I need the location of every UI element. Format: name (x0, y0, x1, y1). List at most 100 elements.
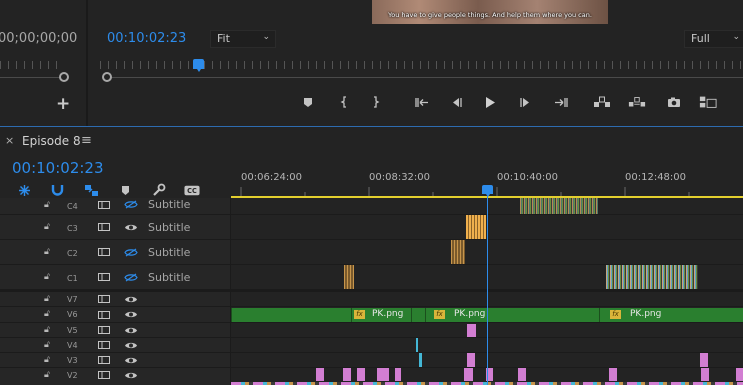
snap-icon[interactable] (49, 183, 65, 197)
add-button[interactable]: + (56, 94, 70, 114)
track-name[interactable]: V5 (67, 326, 78, 335)
button-editor-icon[interactable] (699, 93, 717, 111)
toggle-sync-icon[interactable] (98, 356, 110, 364)
track-name[interactable]: C2 (67, 249, 78, 258)
toggle-sync-icon[interactable] (98, 326, 110, 334)
eye-hidden-icon[interactable] (124, 200, 138, 209)
video-clip[interactable] (411, 308, 425, 322)
eye-hidden-icon[interactable] (124, 273, 138, 282)
source-scrub-bar[interactable] (0, 77, 60, 78)
source-timecode[interactable]: 00;00;00;00 (0, 31, 77, 46)
eye-icon[interactable] (124, 223, 138, 232)
track-name[interactable]: V7 (67, 295, 78, 304)
eye-icon[interactable] (124, 326, 138, 335)
toggle-sync-icon[interactable] (98, 273, 110, 281)
quality-dropdown[interactable]: Full ⌄ (684, 30, 743, 48)
source-zoom-handle[interactable] (59, 72, 69, 82)
video-clip[interactable] (609, 368, 617, 381)
toggle-sync-icon[interactable] (98, 295, 110, 303)
go-to-in-icon[interactable] (413, 93, 431, 111)
panel-menu-icon[interactable]: ≡ (81, 133, 92, 148)
camera-icon[interactable] (665, 93, 683, 111)
track-name[interactable]: V3 (67, 356, 78, 365)
lock-icon[interactable]: 🔓︎ (44, 325, 52, 335)
mark-out-icon[interactable] (367, 93, 385, 111)
lock-icon[interactable]: 🔓︎ (44, 309, 52, 319)
video-clip[interactable] (518, 368, 526, 381)
toggle-sync-icon[interactable] (98, 248, 110, 256)
video-clip[interactable] (395, 368, 401, 381)
timeline-timecode[interactable]: 00:10:02:23 (12, 159, 104, 177)
video-clip[interactable] (377, 368, 389, 381)
video-clip[interactable] (464, 368, 473, 381)
toggle-sync-icon[interactable] (98, 341, 110, 349)
lock-icon[interactable]: 🔓︎ (44, 247, 52, 257)
video-clip[interactable] (416, 338, 418, 352)
tab-episode-8[interactable]: Episode 8 (22, 134, 81, 148)
caption-clip[interactable] (344, 265, 354, 289)
video-clip[interactable] (700, 353, 708, 367)
caption-clip[interactable] (451, 240, 465, 264)
track-header: 🔓︎ V3 (0, 353, 231, 367)
video-clip[interactable] (343, 368, 351, 381)
step-forward-icon[interactable] (517, 93, 535, 111)
add-marker-icon[interactable] (117, 183, 133, 197)
toggle-sync-icon[interactable] (98, 201, 110, 209)
caption-clip[interactable] (520, 198, 598, 214)
play-icon[interactable] (481, 93, 499, 111)
extract-icon[interactable] (628, 93, 646, 111)
add-marker-icon[interactable] (299, 93, 317, 111)
nest-icon[interactable] (16, 183, 32, 197)
video-clip[interactable] (316, 368, 324, 381)
timeline-playhead[interactable] (482, 185, 493, 197)
fx-badge: fx (354, 310, 365, 319)
toggle-sync-icon[interactable] (98, 223, 110, 231)
captions-icon[interactable]: CC (184, 183, 200, 197)
png-clip[interactable]: fx PK.png (425, 308, 599, 322)
eye-icon[interactable] (124, 295, 138, 304)
caption-clip[interactable] (606, 265, 698, 289)
eye-icon[interactable] (124, 341, 138, 350)
close-icon[interactable]: × (5, 134, 14, 147)
track-name[interactable]: C1 (67, 274, 78, 283)
video-clip[interactable] (701, 368, 709, 381)
track-name[interactable]: V4 (67, 341, 78, 350)
lock-icon[interactable]: 🔓︎ (44, 200, 52, 210)
lock-icon[interactable]: 🔓︎ (44, 222, 52, 232)
video-clip[interactable] (467, 324, 476, 337)
mark-in-icon[interactable] (335, 93, 353, 111)
fit-dropdown[interactable]: Fit ⌄ (210, 30, 276, 48)
quality-dropdown-value: Full (691, 32, 710, 45)
lock-icon[interactable]: 🔓︎ (44, 355, 52, 365)
wrench-icon[interactable] (151, 183, 167, 197)
toggle-sync-icon[interactable] (98, 371, 110, 379)
video-clip[interactable] (736, 368, 743, 381)
video-clip[interactable] (357, 368, 365, 381)
lock-icon[interactable]: 🔓︎ (44, 340, 52, 350)
caption-clip[interactable] (466, 215, 486, 239)
eye-icon[interactable] (124, 310, 138, 319)
lock-icon[interactable]: 🔓︎ (44, 294, 52, 304)
eye-hidden-icon[interactable] (124, 248, 138, 257)
linked-selection-icon[interactable] (83, 183, 99, 197)
eye-icon[interactable] (124, 356, 138, 365)
toggle-sync-icon[interactable] (98, 311, 110, 319)
step-back-icon[interactable] (447, 93, 465, 111)
eye-icon[interactable] (124, 371, 138, 380)
program-playhead[interactable] (193, 59, 204, 72)
video-clip[interactable] (419, 353, 422, 367)
track-name[interactable]: C4 (67, 202, 78, 211)
track-name[interactable]: V6 (67, 310, 78, 319)
program-timecode[interactable]: 00:10:02:23 (107, 31, 186, 46)
video-clip[interactable] (467, 353, 475, 367)
go-to-out-icon[interactable] (552, 93, 570, 111)
lift-icon[interactable] (593, 93, 611, 111)
program-scrub-bar[interactable] (108, 77, 743, 78)
png-clip[interactable]: fx PK.png (351, 308, 411, 322)
png-clip[interactable]: fx PK.png (599, 308, 743, 322)
track-name[interactable]: C3 (67, 224, 78, 233)
track-name[interactable]: V2 (67, 371, 78, 380)
lock-icon[interactable]: 🔓︎ (44, 272, 52, 282)
program-zoom-handle[interactable] (102, 72, 112, 82)
lock-icon[interactable]: 🔓︎ (44, 370, 52, 380)
